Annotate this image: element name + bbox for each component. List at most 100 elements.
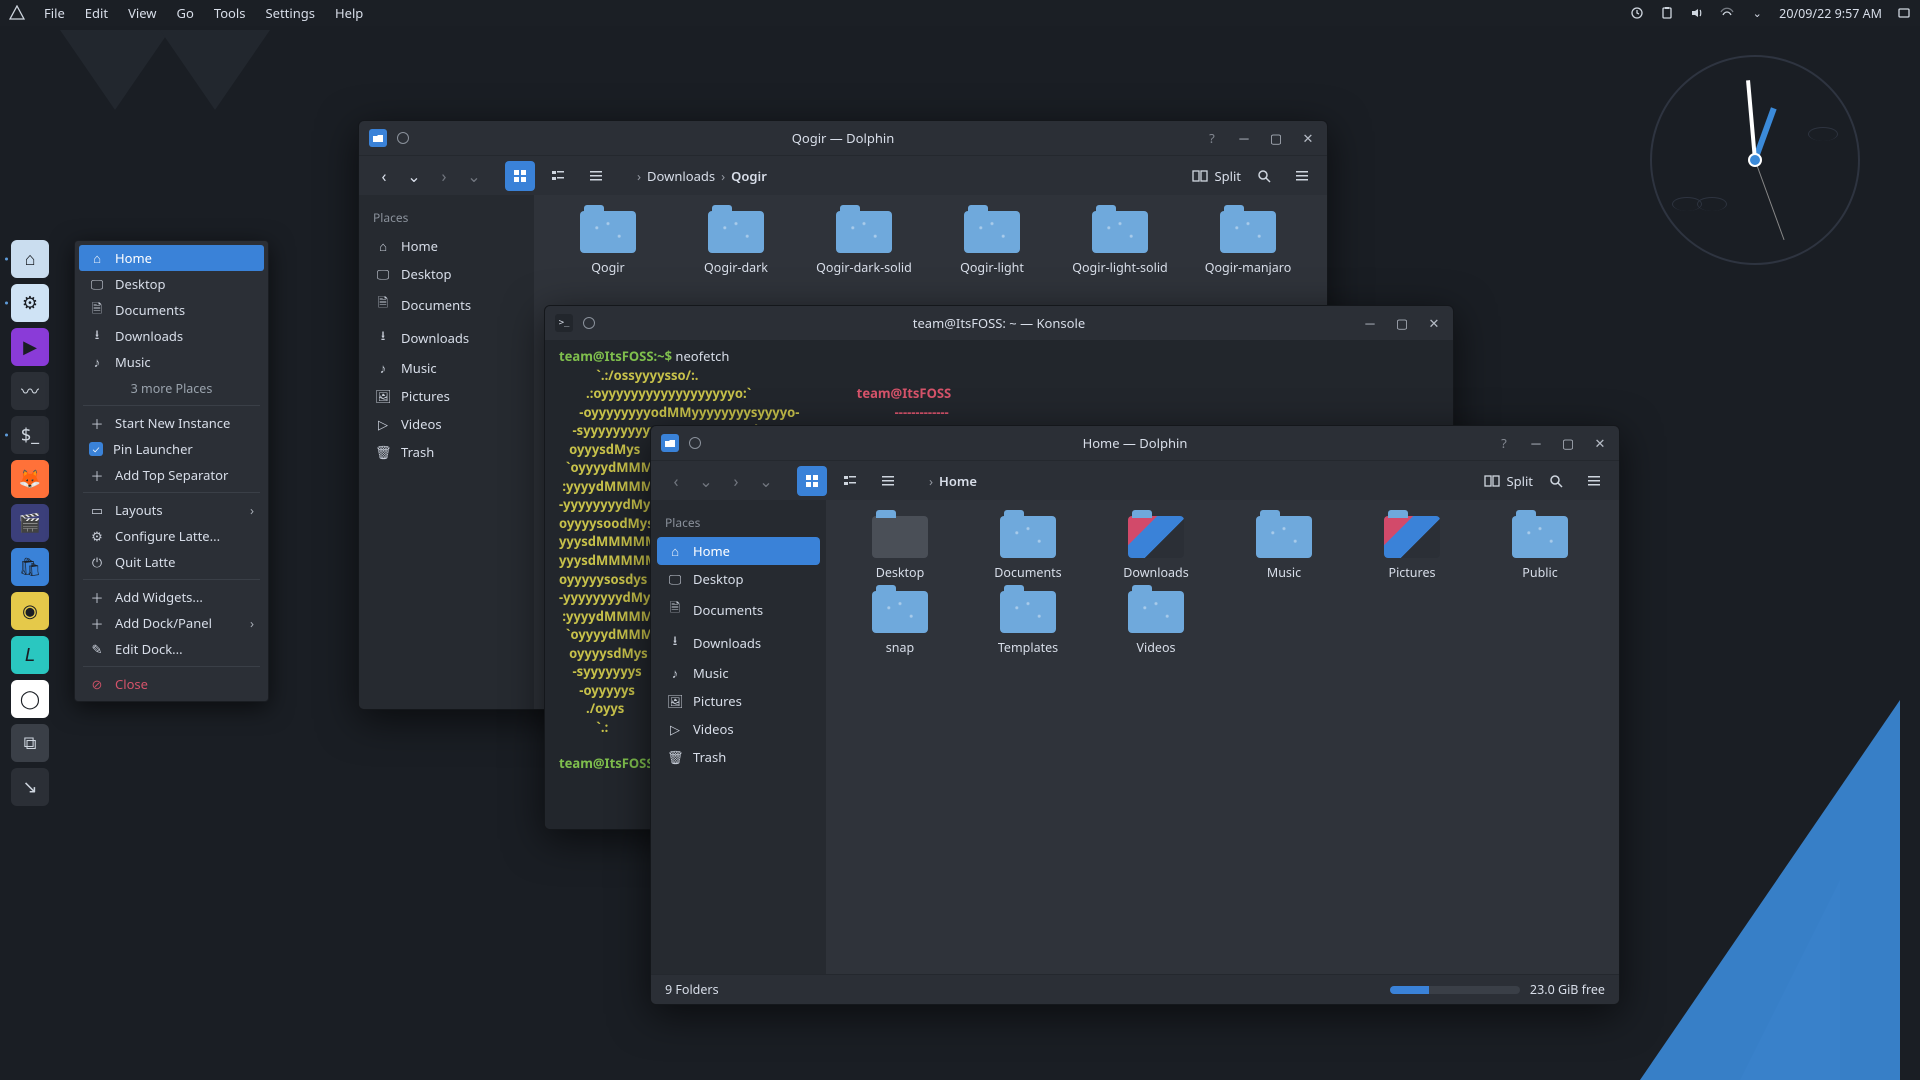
sidebar-item-videos[interactable]: ▷Videos bbox=[365, 410, 528, 438]
crumb-segment[interactable]: Downloads bbox=[647, 167, 715, 185]
folder-item[interactable]: Desktop bbox=[836, 516, 964, 581]
dock-brush[interactable]: ↘ bbox=[11, 768, 49, 806]
close-icon[interactable]: ✕ bbox=[1591, 434, 1609, 452]
hamburger-menu-icon[interactable] bbox=[1579, 466, 1609, 496]
folder-item[interactable]: Public bbox=[1476, 516, 1604, 581]
menu-settings[interactable]: Settings bbox=[256, 0, 325, 26]
dock-disc[interactable]: ◉ bbox=[11, 592, 49, 630]
dock-media[interactable]: ▶ bbox=[11, 328, 49, 366]
crumb-segment[interactable]: Home bbox=[939, 472, 977, 490]
back-menu-icon[interactable]: ⌄ bbox=[699, 466, 713, 496]
dock-monitor[interactable]: 〰 bbox=[11, 372, 49, 410]
menu-item-add-top-separator[interactable]: ＋Add Top Separator bbox=[75, 462, 268, 488]
forward-menu-icon[interactable]: ⌄ bbox=[467, 161, 481, 191]
menu-go[interactable]: Go bbox=[167, 0, 204, 26]
dock-chrome[interactable]: ◯ bbox=[11, 680, 49, 718]
menu-item-add-widgets-[interactable]: ＋Add Widgets... bbox=[75, 584, 268, 610]
menu-item-pin-launcher[interactable]: ✓Pin Launcher bbox=[75, 436, 268, 462]
show-desktop-icon[interactable] bbox=[1896, 5, 1912, 21]
details-view-button[interactable] bbox=[873, 466, 903, 496]
icons-view-button[interactable] bbox=[505, 161, 535, 191]
menu-item-quit-latte[interactable]: ⏻Quit Latte bbox=[75, 549, 268, 575]
menu-item-downloads[interactable]: ⭳Downloads bbox=[75, 323, 268, 349]
back-button[interactable]: ‹ bbox=[369, 161, 399, 191]
help-icon[interactable]: ? bbox=[1203, 129, 1221, 147]
sidebar-item-trash[interactable]: 🗑Trash bbox=[365, 438, 528, 466]
new-tab-icon[interactable] bbox=[397, 132, 409, 144]
breadcrumb[interactable]: › Downloads › Qogir bbox=[637, 167, 767, 185]
dock-settings[interactable]: ⚙ bbox=[11, 284, 49, 322]
sidebar-item-music[interactable]: ♪Music bbox=[365, 354, 528, 382]
sidebar-item-documents[interactable]: 🗎Documents bbox=[657, 593, 820, 626]
dock-files[interactable]: ⌂ bbox=[11, 240, 49, 278]
sidebar-item-desktop[interactable]: 🖵Desktop bbox=[365, 260, 528, 288]
minimize-icon[interactable]: ─ bbox=[1361, 314, 1379, 332]
back-menu-icon[interactable]: ⌄ bbox=[407, 161, 421, 191]
titlebar[interactable]: Home — Dolphin ? ─ ▢ ✕ bbox=[651, 426, 1619, 460]
folder-item[interactable]: Qogir-light bbox=[928, 211, 1056, 276]
menu-item-start-new-instance[interactable]: ＋Start New Instance bbox=[75, 410, 268, 436]
menu-item-documents[interactable]: 🗎Documents bbox=[75, 297, 268, 323]
crumb-segment[interactable]: Qogir bbox=[731, 167, 767, 185]
folder-item[interactable]: Downloads bbox=[1092, 516, 1220, 581]
new-tab-icon[interactable] bbox=[583, 317, 595, 329]
menu-help[interactable]: Help bbox=[325, 0, 373, 26]
minimize-icon[interactable]: ─ bbox=[1527, 434, 1545, 452]
maximize-icon[interactable]: ▢ bbox=[1267, 129, 1285, 147]
split-button[interactable]: Split bbox=[1484, 472, 1533, 490]
folder-item[interactable]: Qogir-dark bbox=[672, 211, 800, 276]
updates-icon[interactable] bbox=[1629, 5, 1645, 21]
sidebar-item-videos[interactable]: ▷Videos bbox=[657, 715, 820, 743]
maximize-icon[interactable]: ▢ bbox=[1393, 314, 1411, 332]
sidebar-item-trash[interactable]: 🗑Trash bbox=[657, 743, 820, 771]
menu-item-edit-dock-[interactable]: ✎Edit Dock... bbox=[75, 636, 268, 662]
volume-icon[interactable] bbox=[1689, 5, 1705, 21]
dock-terminal[interactable]: $_ bbox=[11, 416, 49, 454]
forward-button[interactable]: › bbox=[721, 466, 751, 496]
folder-item[interactable]: Templates bbox=[964, 591, 1092, 656]
sidebar-item-pictures[interactable]: 🖼Pictures bbox=[365, 382, 528, 410]
minimize-icon[interactable]: ─ bbox=[1235, 129, 1253, 147]
chevron-down-icon[interactable]: ⌄ bbox=[1749, 5, 1765, 21]
sidebar-item-pictures[interactable]: 🖼Pictures bbox=[657, 687, 820, 715]
dock-firefox[interactable]: 🦊 bbox=[11, 460, 49, 498]
menu-item-close[interactable]: ⊘Close bbox=[75, 671, 268, 697]
search-icon[interactable] bbox=[1541, 466, 1571, 496]
folder-item[interactable]: snap bbox=[836, 591, 964, 656]
close-icon[interactable]: ✕ bbox=[1299, 129, 1317, 147]
sidebar-item-downloads[interactable]: ⭳Downloads bbox=[657, 626, 820, 659]
sidebar-item-downloads[interactable]: ⭳Downloads bbox=[365, 321, 528, 354]
dock-kdenlive[interactable]: 🎬 bbox=[11, 504, 49, 542]
dock-discover[interactable]: 🛍 bbox=[11, 548, 49, 586]
menu-item-desktop[interactable]: 🖵Desktop bbox=[75, 271, 268, 297]
icons-view-button[interactable] bbox=[797, 466, 827, 496]
network-icon[interactable] bbox=[1719, 5, 1735, 21]
details-view-button[interactable] bbox=[581, 161, 611, 191]
menu-edit[interactable]: Edit bbox=[75, 0, 118, 26]
folder-item[interactable]: Pictures bbox=[1348, 516, 1476, 581]
folder-item[interactable]: Videos bbox=[1092, 591, 1220, 656]
help-icon[interactable]: ? bbox=[1495, 434, 1513, 452]
folder-item[interactable]: Music bbox=[1220, 516, 1348, 581]
compact-view-button[interactable] bbox=[835, 466, 865, 496]
breadcrumb[interactable]: › Home bbox=[929, 472, 977, 490]
split-button[interactable]: Split bbox=[1192, 167, 1241, 185]
folder-item[interactable]: Documents bbox=[964, 516, 1092, 581]
folder-item[interactable]: Qogir-manjaro bbox=[1184, 211, 1312, 276]
sidebar-item-home[interactable]: ⌂Home bbox=[657, 537, 820, 565]
sidebar-item-music[interactable]: ♪Music bbox=[657, 659, 820, 687]
forward-button[interactable]: › bbox=[429, 161, 459, 191]
forward-menu-icon[interactable]: ⌄ bbox=[759, 466, 773, 496]
titlebar[interactable]: >_ team@ItsFOSS: ~ — Konsole ─ ▢ ✕ bbox=[545, 306, 1453, 340]
menu-item-add-dock-panel[interactable]: ＋Add Dock/Panel› bbox=[75, 610, 268, 636]
more-places[interactable]: 3 more Places bbox=[75, 375, 268, 401]
search-icon[interactable] bbox=[1249, 161, 1279, 191]
folder-item[interactable]: Qogir-light-solid bbox=[1056, 211, 1184, 276]
folder-item[interactable]: Qogir-dark-solid bbox=[800, 211, 928, 276]
menu-view[interactable]: View bbox=[118, 0, 166, 26]
maximize-icon[interactable]: ▢ bbox=[1559, 434, 1577, 452]
menu-item-configure-latte-[interactable]: ⚙Configure Latte... bbox=[75, 523, 268, 549]
clipboard-icon[interactable] bbox=[1659, 5, 1675, 21]
sidebar-item-documents[interactable]: 🗎Documents bbox=[365, 288, 528, 321]
menu-item-music[interactable]: ♪Music bbox=[75, 349, 268, 375]
